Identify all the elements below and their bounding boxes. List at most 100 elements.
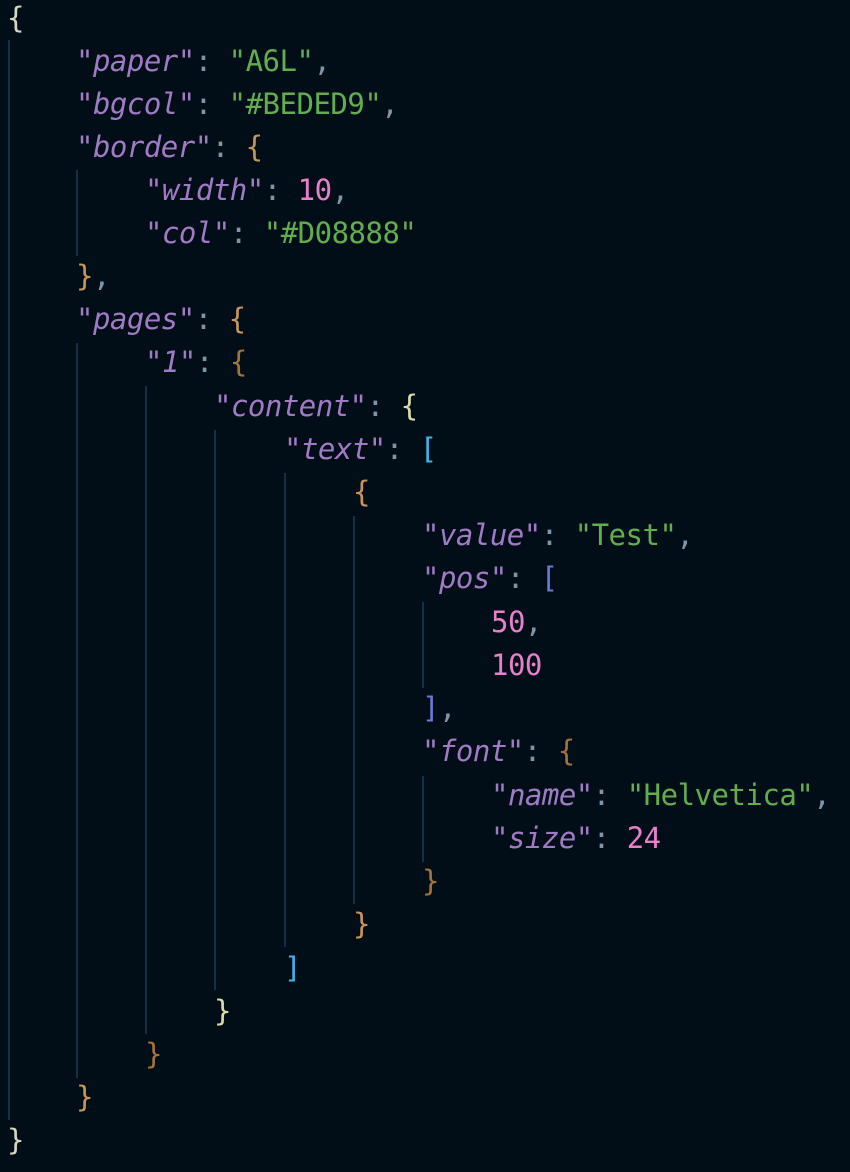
code-line-9: "1": { <box>145 341 247 384</box>
border-close-brace: } <box>76 259 93 293</box>
code-line-13: "value": "Test", <box>422 514 694 557</box>
value-bgcol: "#BEDED9" <box>228 87 382 121</box>
comma: , <box>524 605 542 639</box>
colon: : <box>229 216 264 250</box>
text-open-bracket: [ <box>419 432 437 466</box>
indent-guide-page-1 <box>145 386 147 1034</box>
code-line-26: } <box>76 1076 93 1119</box>
colon: : <box>211 130 246 164</box>
text-close-bracket: ] <box>284 951 301 985</box>
key-col: "col" <box>145 216 230 250</box>
code-line-15: 50, <box>491 601 542 644</box>
key-border: "border" <box>76 130 212 164</box>
key-width: "width" <box>145 173 264 207</box>
value-pos-y: 100 <box>491 648 542 682</box>
key-font: "font" <box>422 734 524 768</box>
code-line-8: "pages": { <box>76 298 246 341</box>
comma: , <box>438 691 456 725</box>
indent-guide-pages <box>76 343 78 1078</box>
code-line-24: } <box>214 990 231 1033</box>
text-item-open-brace: { <box>353 475 370 509</box>
key-bgcol: "bgcol" <box>76 87 195 121</box>
content-open-brace: { <box>400 389 418 423</box>
code-line-17: ], <box>422 687 456 730</box>
code-line-18: "font": { <box>422 730 575 773</box>
pos-open-bracket: [ <box>540 561 558 595</box>
colon: : <box>194 302 229 336</box>
root-open-brace: { <box>7 1 24 35</box>
pages-open-brace: { <box>228 302 246 336</box>
code-line-14: "pos": [ <box>422 557 558 600</box>
indent-guide-level-0 <box>8 40 10 1120</box>
code-line-1: { <box>7 0 24 40</box>
colon: : <box>592 778 627 812</box>
code-line-25: } <box>145 1033 162 1076</box>
code-line-22: } <box>353 903 370 946</box>
colon: : <box>263 173 298 207</box>
indent-guide-text-object <box>353 516 355 904</box>
value-pos-x: 50 <box>491 605 525 639</box>
text-item-close-brace: } <box>353 907 370 941</box>
pages-close-brace: } <box>76 1080 93 1114</box>
indent-guide-font <box>422 776 424 862</box>
code-line-4: "border": { <box>76 126 263 169</box>
key-value: "value" <box>422 518 541 552</box>
key-pos: "pos" <box>422 561 507 595</box>
code-line-19: "name": "Helvetica", <box>491 774 831 817</box>
comma: , <box>331 173 349 207</box>
colon: : <box>506 561 541 595</box>
root-close-brace: } <box>7 1123 24 1157</box>
code-line-10: "content": { <box>214 385 418 428</box>
page-1-open-brace: { <box>229 345 247 379</box>
code-line-20: "size": 24 <box>491 817 661 860</box>
indent-guide-pos-array <box>422 602 424 688</box>
indent-guide-text-array <box>284 473 286 947</box>
key-content: "content" <box>214 389 367 423</box>
key-paper: "paper" <box>76 44 195 78</box>
border-open-brace: { <box>245 130 263 164</box>
colon: : <box>195 345 230 379</box>
code-line-5: "width": 10, <box>145 169 349 212</box>
key-size: "size" <box>491 821 593 855</box>
code-line-3: "bgcol": "#BEDED9", <box>76 83 399 126</box>
comma: , <box>92 259 110 293</box>
key-name: "name" <box>491 778 593 812</box>
code-line-11: "text": [ <box>284 428 437 471</box>
colon: : <box>592 821 627 855</box>
key-pages: "pages" <box>76 302 195 336</box>
code-line-12: { <box>353 471 370 514</box>
code-line-16: 100 <box>491 644 542 687</box>
comma: , <box>381 87 399 121</box>
indent-guide-border <box>76 170 78 256</box>
key-page-1: "1" <box>145 345 196 379</box>
colon: : <box>194 44 229 78</box>
indent-guide-content <box>214 430 216 990</box>
value-col: "#D08888" <box>263 216 417 250</box>
colon: : <box>194 87 229 121</box>
value-size: 24 <box>626 821 661 855</box>
colon: : <box>366 389 401 423</box>
value-value: "Test" <box>574 518 677 552</box>
comma: , <box>676 518 694 552</box>
code-line-2: "paper": "A6L", <box>76 40 331 83</box>
code-line-7: }, <box>76 255 110 298</box>
colon: : <box>385 432 420 466</box>
font-close-brace: } <box>422 864 439 898</box>
pos-close-bracket: ] <box>422 691 439 725</box>
colon: : <box>540 518 575 552</box>
colon: : <box>523 734 558 768</box>
font-open-brace: { <box>557 734 575 768</box>
content-close-brace: } <box>214 994 231 1028</box>
value-width: 10 <box>297 173 332 207</box>
code-line-27: } <box>7 1119 24 1162</box>
json-code-editor[interactable]: { "paper": "A6L", "bgcol": "#BEDED9", "b… <box>0 0 850 1172</box>
comma: , <box>313 44 331 78</box>
code-line-23: ] <box>284 947 301 990</box>
page-1-close-brace: } <box>145 1037 162 1071</box>
key-text: "text" <box>284 432 386 466</box>
value-name: "Helvetica" <box>626 778 814 812</box>
value-paper: "A6L" <box>228 44 314 78</box>
comma: , <box>813 778 831 812</box>
code-line-21: } <box>422 860 439 903</box>
code-line-6: "col": "#D08888" <box>145 212 417 255</box>
